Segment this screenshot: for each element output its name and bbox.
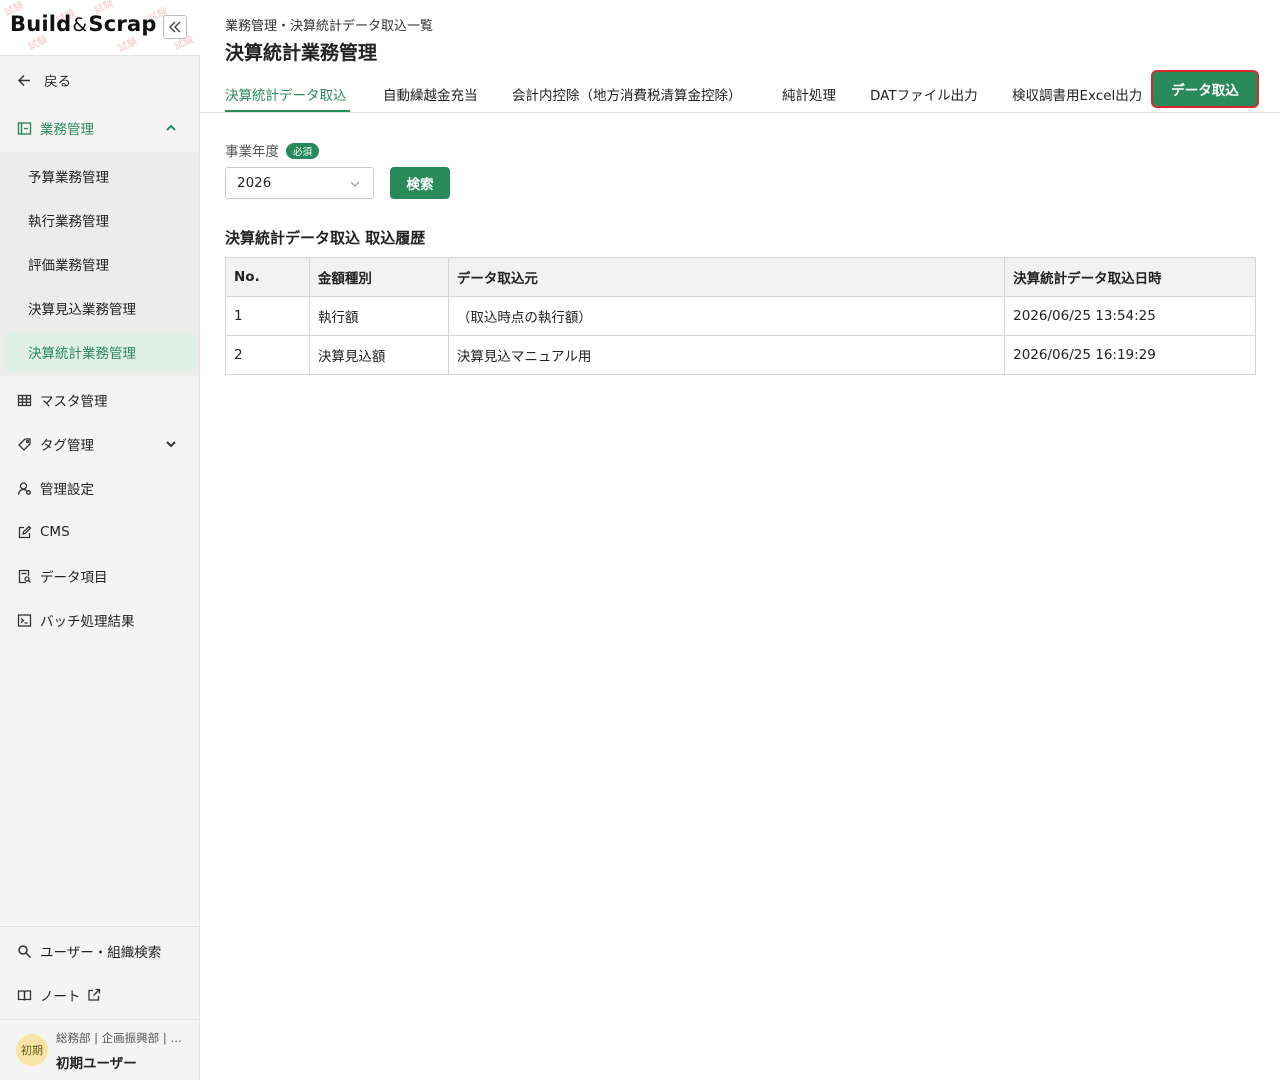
table-row: 1 執行額 （取込時点の執行額） 2026/06/25 13:54:25	[225, 296, 1256, 336]
back-label: 戻る	[44, 74, 71, 90]
cell-amount-type: 決算見込額	[308, 335, 449, 375]
nav-label: 管理設定	[40, 482, 94, 498]
user-name: 初期ユーザー	[56, 1056, 137, 1072]
tab-internal-deduction[interactable]: 会計内控除（地方消費税清算金控除）	[512, 84, 742, 112]
nav-label: データ項目	[40, 570, 108, 586]
column-header-import-source: データ取込元	[447, 257, 1006, 297]
sidebar-item-evaluation[interactable]: 評価業務管理	[6, 244, 196, 284]
chevron-down-icon	[350, 181, 360, 187]
year-select-value: 2026	[237, 175, 272, 191]
nav-label: ユーザー・組織検索	[40, 945, 162, 961]
history-table: No. 金額種別 データ取込元 決算統計データ取込日時 1 執行額 （取込時点の…	[225, 257, 1256, 375]
sidebar-section-business[interactable]: 業務管理	[0, 108, 199, 148]
search-button[interactable]: 検索	[390, 167, 450, 199]
double-chevron-left-icon	[169, 21, 181, 33]
cell-no: 1	[225, 296, 310, 336]
terminal-icon	[16, 612, 32, 628]
app-logo[interactable]: Build&Scrap	[10, 12, 157, 36]
nav-label: ノート	[40, 989, 81, 1005]
tab-settlement-data-import[interactable]: 決算統計データ取込	[225, 84, 347, 112]
tabs-divider	[200, 112, 1280, 113]
year-label: 事業年度	[225, 144, 279, 160]
nav-label: タグ管理	[40, 438, 94, 454]
tab-auto-carryover[interactable]: 自動繰越金充当	[383, 84, 478, 112]
search-icon	[16, 943, 32, 959]
sidebar-item-settlement-statistics[interactable]: 決算統計業務管理	[6, 332, 196, 372]
column-header-import-datetime: 決算統計データ取込日時	[1004, 257, 1256, 297]
edit-icon	[16, 524, 32, 540]
section-label: 業務管理	[40, 122, 94, 138]
tab-excel-output[interactable]: 検収調書用Excel出力	[1012, 84, 1142, 112]
logo-bar: 試験 試験 試験 試験 試験 試験 試験 Build&Scrap	[0, 0, 200, 56]
nav-label: マスタ管理	[40, 394, 108, 410]
logo-ampersand: &	[72, 14, 88, 36]
sidebar-item-cms[interactable]: CMS	[0, 512, 199, 552]
document-search-icon	[16, 568, 32, 584]
sidebar-item-master[interactable]: マスタ管理	[0, 380, 199, 420]
chevron-down-icon	[166, 441, 176, 448]
cell-no: 2	[225, 335, 310, 375]
required-badge: 必須	[286, 143, 320, 159]
sub-item-label: 執行業務管理	[28, 214, 109, 230]
sidebar-item-execution[interactable]: 執行業務管理	[6, 200, 196, 240]
sidebar-item-notes[interactable]: ノート	[0, 975, 199, 1015]
sub-item-label: 決算統計業務管理	[28, 346, 136, 362]
logo-text-scrap: Scrap	[88, 12, 157, 36]
table-header-row: No. 金額種別 データ取込元 決算統計データ取込日時	[225, 257, 1256, 297]
table-icon	[16, 392, 32, 408]
page-title: 決算統計業務管理	[225, 42, 378, 64]
nav-label: バッチ処理結果	[40, 614, 135, 630]
history-section-title: 決算統計データ取込 取込履歴	[225, 229, 426, 247]
column-header-amount-type: 金額種別	[308, 257, 449, 297]
sidebar-item-data-items[interactable]: データ項目	[0, 556, 199, 596]
external-link-icon	[88, 988, 101, 1001]
tab-dat-file-output[interactable]: DATファイル出力	[870, 84, 978, 112]
cell-import-datetime: 2026/06/25 13:54:25	[1004, 296, 1256, 336]
collapse-sidebar-button[interactable]	[163, 15, 187, 39]
user-settings-icon	[16, 480, 32, 496]
sub-item-label: 予算業務管理	[28, 170, 109, 186]
sidebar-divider	[0, 926, 199, 927]
tag-icon	[16, 436, 32, 452]
user-profile[interactable]: 初期 総務部 | 企画振興部 | … 初期ユーザー	[0, 1020, 199, 1080]
business-icon	[16, 120, 32, 136]
sidebar-item-budget[interactable]: 予算業務管理	[6, 156, 196, 196]
tab-net-processing[interactable]: 純計処理	[782, 84, 836, 112]
business-submenu: 予算業務管理 執行業務管理 評価業務管理 決算見込業務管理 決算統計業務管理	[0, 152, 199, 376]
sub-item-label: 評価業務管理	[28, 258, 109, 274]
sub-item-label: 決算見込業務管理	[28, 302, 136, 318]
arrow-left-icon	[16, 72, 32, 88]
cell-import-datetime: 2026/06/25 16:19:29	[1004, 335, 1256, 375]
sidebar-item-admin-settings[interactable]: 管理設定	[0, 468, 199, 508]
cell-amount-type: 執行額	[308, 296, 449, 336]
table-row: 2 決算見込額 決算見込マニュアル用 2026/06/25 16:19:29	[225, 335, 1256, 375]
sidebar-item-batch-results[interactable]: バッチ処理結果	[0, 600, 199, 640]
year-select[interactable]: 2026	[225, 167, 374, 199]
sidebar: 試験 試験 試験 試験 試験 試験 試験 Build&Scrap 戻る 業務管理…	[0, 0, 200, 1080]
back-link[interactable]: 戻る	[0, 60, 199, 100]
column-header-no: No.	[225, 257, 310, 297]
sidebar-item-user-search[interactable]: ユーザー・組織検索	[0, 931, 199, 971]
cell-import-source: （取込時点の執行額）	[447, 296, 1006, 336]
chevron-up-icon	[166, 124, 176, 131]
user-organization: 総務部 | 企画振興部 | …	[56, 1031, 182, 1045]
book-icon	[16, 987, 32, 1003]
cell-import-source: 決算見込マニュアル用	[447, 335, 1006, 375]
sidebar-item-settlement-estimate[interactable]: 決算見込業務管理	[6, 288, 196, 328]
svg-text:試験: 試験	[116, 34, 140, 54]
avatar: 初期	[16, 1034, 48, 1066]
nav-label: CMS	[40, 524, 70, 540]
sidebar-item-tags[interactable]: タグ管理	[0, 424, 199, 464]
breadcrumb: 業務管理・決算統計データ取込一覧	[225, 19, 434, 34]
data-import-button[interactable]: データ取込	[1153, 72, 1257, 106]
logo-text-build: Build	[10, 12, 72, 36]
